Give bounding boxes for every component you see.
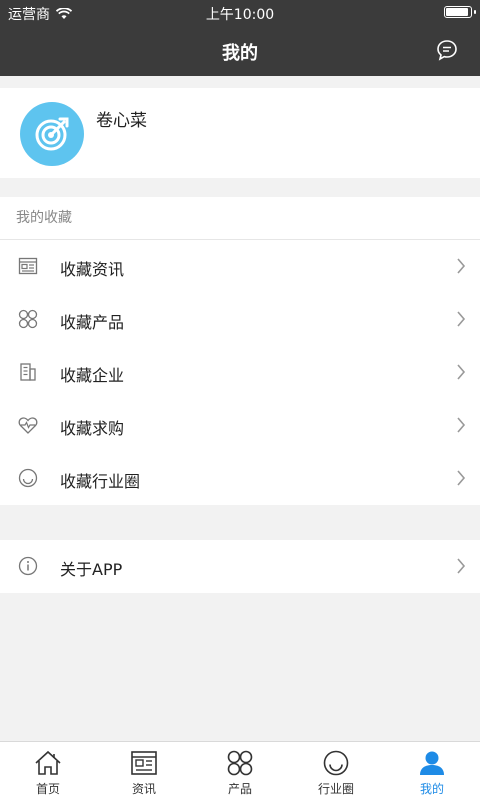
tab-news[interactable]: 资讯	[96, 742, 192, 801]
tab-label: 首页	[35, 782, 60, 796]
row-label: 收藏行业圈	[60, 472, 141, 491]
building-icon	[20, 363, 36, 381]
about-section: 关于APP	[0, 540, 480, 593]
user-name: 卷心菜	[96, 111, 147, 131]
section-heading: 我的收藏	[0, 197, 480, 240]
chevron-right-icon	[457, 258, 466, 274]
battery-icon	[444, 6, 476, 18]
favorites-section: 我的收藏 收藏资讯 收藏产品 收藏企业 收藏求购 收藏行业圈	[0, 197, 480, 505]
avatar[interactable]	[20, 102, 84, 166]
tab-label: 产品	[227, 782, 252, 796]
nav-bar: 我的	[0, 25, 480, 76]
profile-card[interactable]: 卷心菜	[0, 88, 480, 178]
user-icon	[420, 751, 444, 775]
grid-icon	[227, 750, 253, 776]
favorite-purchases-row[interactable]: 收藏求购	[0, 399, 480, 452]
chevron-right-icon	[457, 311, 466, 327]
smile-icon	[323, 750, 349, 776]
tab-mine[interactable]: 我的	[384, 742, 480, 801]
favorite-circles-row[interactable]: 收藏行业圈	[0, 452, 480, 505]
tab-label: 行业圈	[317, 782, 354, 796]
chevron-right-icon	[457, 470, 466, 486]
status-time: 上午10:00	[205, 7, 275, 23]
favorite-companies-row[interactable]: 收藏企业	[0, 346, 480, 399]
news-icon	[18, 257, 38, 275]
about-app-row[interactable]: 关于APP	[0, 540, 480, 593]
news-icon	[131, 751, 157, 775]
chevron-right-icon	[457, 364, 466, 380]
tab-label: 资讯	[131, 782, 156, 796]
home-icon	[35, 750, 61, 775]
target-icon	[35, 117, 69, 151]
favorite-news-row[interactable]: 收藏资讯	[0, 240, 480, 293]
row-label: 收藏产品	[60, 313, 125, 332]
heartbeat-icon	[18, 417, 38, 434]
status-bar: 运营商 上午10:00	[0, 0, 480, 25]
row-label: 关于APP	[60, 560, 123, 579]
grid-icon	[18, 309, 38, 329]
chevron-right-icon	[457, 417, 466, 433]
page-title: 我的	[222, 43, 258, 64]
row-label: 收藏资讯	[60, 260, 125, 279]
tab-bar: 首页 资讯 产品 行业圈 我的	[0, 741, 480, 801]
tab-circles[interactable]: 行业圈	[288, 742, 384, 801]
smile-icon	[18, 468, 38, 488]
favorite-products-row[interactable]: 收藏产品	[0, 293, 480, 346]
tab-home[interactable]: 首页	[0, 742, 96, 801]
message-icon[interactable]	[436, 39, 458, 61]
tab-label: 我的	[419, 782, 444, 796]
info-icon	[18, 556, 38, 576]
tab-products[interactable]: 产品	[192, 742, 288, 801]
chevron-right-icon	[457, 558, 466, 574]
row-label: 收藏企业	[60, 366, 125, 385]
row-label: 收藏求购	[60, 419, 125, 438]
